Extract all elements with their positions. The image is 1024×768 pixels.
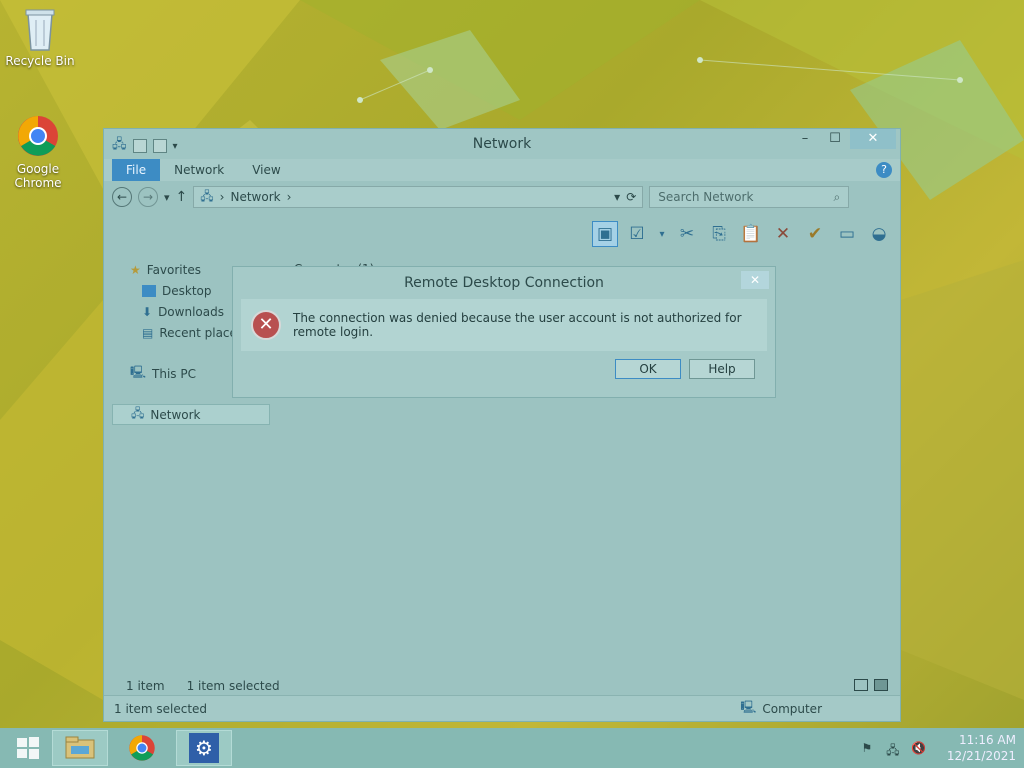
tab-file[interactable]: File xyxy=(112,159,161,181)
star-icon: ★ xyxy=(130,262,141,277)
taskbar-settings[interactable]: ⚙ xyxy=(176,730,232,766)
dialog-message: The connection was denied because the us… xyxy=(293,311,742,339)
checkmark-icon[interactable]: ✔ xyxy=(802,221,828,247)
layout-icon[interactable]: ▣ xyxy=(592,221,618,247)
details-bar: 1 item selected 🖳 Computer xyxy=(104,695,900,721)
search-input[interactable] xyxy=(658,190,834,204)
system-tray: ⚑ 🖧 🔇 11:16 AM 12/21/2021 xyxy=(859,732,1016,764)
dialog-body: ✕ The connection was denied because the … xyxy=(241,299,767,351)
large-icons-view-icon[interactable] xyxy=(874,679,888,691)
address-row: ← → ▾ ↑ 🖧 › Network › ▾ ⟳ ⌕ xyxy=(104,181,900,213)
volume-muted-icon[interactable]: 🔇 xyxy=(911,741,927,755)
desktop-icon-label: Google Chrome xyxy=(14,162,62,190)
rdp-error-dialog: Remote Desktop Connection ✕ ✕ The connec… xyxy=(232,266,776,398)
ok-button[interactable]: OK xyxy=(615,359,681,379)
error-icon: ✕ xyxy=(251,310,281,340)
taskbar-file-explorer[interactable] xyxy=(52,730,108,766)
details-view-icon[interactable] xyxy=(854,679,868,691)
rename-icon[interactable]: ▭ xyxy=(834,221,860,247)
dialog-title[interactable]: Remote Desktop Connection ✕ xyxy=(233,267,775,297)
checklist-icon[interactable]: ☑ xyxy=(624,221,650,247)
network-icon: 🖧 xyxy=(131,406,145,420)
downloads-icon: ⬇ xyxy=(142,304,153,319)
breadcrumb-separator-icon: › xyxy=(219,190,225,204)
copy-icon[interactable]: ⎘ xyxy=(706,221,732,247)
minimize-button[interactable]: – xyxy=(790,129,820,149)
paste-icon[interactable]: 📋 xyxy=(738,221,764,247)
tab-network[interactable]: Network xyxy=(160,159,238,181)
computer-icon: 🖳 xyxy=(740,700,757,714)
clock-date: 12/21/2021 xyxy=(946,749,1016,763)
network-icon: 🖧 xyxy=(200,188,214,203)
desktop-icon-chrome[interactable]: Google Chrome xyxy=(0,114,76,190)
chrome-icon xyxy=(129,735,155,761)
start-button[interactable] xyxy=(0,730,56,766)
recent-locations-icon[interactable]: ▾ xyxy=(164,191,170,204)
breadcrumb-separator-icon: › xyxy=(286,190,292,204)
delete-icon[interactable]: ✕ xyxy=(770,221,796,247)
cut-icon[interactable]: ✂ xyxy=(674,221,700,247)
gear-icon: ⚙ xyxy=(189,733,219,763)
selected-count: 1 item selected xyxy=(186,679,280,693)
folder-icon xyxy=(65,736,95,759)
breadcrumb-network[interactable]: Network xyxy=(230,190,280,204)
chrome-icon xyxy=(16,114,60,158)
custom-toolbar: ▣ ☑ ▾ ✂ ⎘ 📋 ✕ ✔ ▭ ◒ xyxy=(592,221,892,247)
action-center-flag-icon[interactable]: ⚑ xyxy=(859,741,875,755)
sidebar-item-network[interactable]: 🖧 Network xyxy=(112,404,270,425)
clock[interactable]: 11:16 AM 12/21/2021 xyxy=(947,732,1016,764)
status-bar: 1 item 1 item selected xyxy=(126,679,280,693)
explorer-window: 🖧 ▾ Network – ☐ ✕ File Network View ? ← … xyxy=(103,128,901,722)
desktop-icon-label: Recycle Bin xyxy=(5,54,75,68)
shell-icon[interactable]: ◒ xyxy=(866,221,892,247)
search-box[interactable]: ⌕ xyxy=(649,186,850,208)
details-location: Computer xyxy=(762,701,822,716)
help-button[interactable]: Help xyxy=(689,359,755,379)
window-title: Network xyxy=(472,136,532,152)
taskbar-chrome[interactable] xyxy=(114,730,170,766)
chevron-down-icon[interactable]: ▾ xyxy=(656,221,668,247)
help-icon[interactable]: ? xyxy=(876,162,892,178)
address-dropdown-icon[interactable]: ▾ xyxy=(614,190,620,204)
forward-button[interactable]: → xyxy=(138,187,158,207)
desktop-icon xyxy=(142,284,156,297)
desktop-icon-recycle-bin[interactable]: Recycle Bin xyxy=(2,6,78,68)
view-switcher xyxy=(854,679,888,691)
network-tray-icon[interactable]: 🖧 xyxy=(885,741,901,757)
search-icon[interactable]: ⌕ xyxy=(834,190,841,205)
close-button[interactable]: ✕ xyxy=(850,129,896,149)
windows-logo-icon xyxy=(17,737,39,759)
ribbon-tabs: File Network View ? xyxy=(104,159,900,181)
address-bar[interactable]: 🖧 › Network › ▾ ⟳ xyxy=(193,186,644,208)
computer-icon: 🖳 xyxy=(130,365,147,379)
item-count: 1 item xyxy=(126,679,165,693)
dialog-close-button[interactable]: ✕ xyxy=(741,271,769,289)
recent-places-icon: ▤ xyxy=(142,325,154,340)
recycle-bin-icon xyxy=(18,6,62,51)
taskbar: ⚙ ⚑ 🖧 🔇 11:16 AM 12/21/2021 xyxy=(0,728,1024,768)
details-selected: 1 item selected xyxy=(114,701,208,716)
tab-view[interactable]: View xyxy=(238,159,294,181)
up-button[interactable]: ↑ xyxy=(176,189,188,205)
refresh-icon[interactable]: ⟳ xyxy=(626,190,636,204)
window-titlebar[interactable]: 🖧 ▾ Network – ☐ ✕ xyxy=(104,129,900,159)
maximize-button[interactable]: ☐ xyxy=(820,129,850,149)
clock-time: 11:16 AM xyxy=(959,733,1016,747)
back-button[interactable]: ← xyxy=(112,187,132,207)
